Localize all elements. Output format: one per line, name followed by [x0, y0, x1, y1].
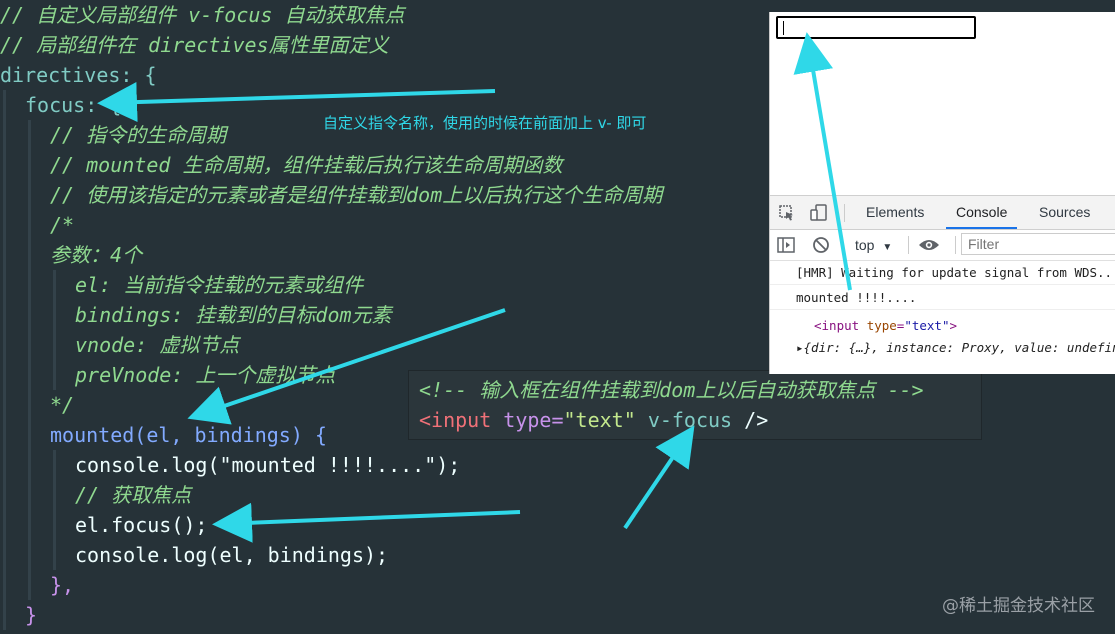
console-object-preview: ▸{dir: {…}, instance: Proxy, value: unde… — [796, 340, 1115, 355]
code-line[interactable]: // 指令的生命周期 — [50, 120, 226, 150]
toolbar-divider — [842, 236, 843, 254]
code-text: console.log(el, bindings); — [75, 543, 389, 567]
code-line[interactable]: focus: { — [25, 90, 121, 120]
indent-guide — [3, 90, 6, 630]
template-snippet: <!-- 输入框在组件挂载到dom上以后自动获取焦点 --> <input ty… — [408, 370, 982, 440]
directive-name: focus: { — [25, 93, 122, 117]
indent-guide — [28, 120, 31, 600]
console-element-node[interactable]: <input type="text"> — [770, 314, 1115, 338]
console-toolbar: top ▼ — [770, 230, 1115, 261]
context-label: top — [855, 237, 875, 253]
code-comment: el: 当前指令挂载的元素或组件 — [75, 273, 364, 297]
context-selector[interactable]: top ▼ — [855, 230, 892, 260]
code-line[interactable]: vnode: 虚拟节点 — [75, 330, 239, 360]
sidebar-toggle-icon[interactable] — [777, 237, 795, 253]
code-line[interactable]: // 自定义局部组件 v-focus 自动获取焦点 — [0, 0, 405, 30]
code-line[interactable]: mounted(el, bindings) { — [50, 420, 327, 450]
directive-annotation: 自定义指令名称，使用的时候在前面加上 v- 即可 — [323, 114, 647, 132]
code-line[interactable]: bindings: 挂载到的目标dom元素 — [75, 300, 392, 330]
tab-sources[interactable]: Sources — [1029, 196, 1100, 229]
tab-console[interactable]: Console — [946, 196, 1018, 229]
code-comment: // 获取焦点 — [75, 483, 192, 507]
code-line[interactable]: } — [25, 600, 37, 630]
code-comment: // 指令的生命周期 — [50, 123, 227, 147]
indent-guide — [53, 450, 56, 570]
snippet-comment: <!-- 输入框在组件挂载到dom上以后自动获取焦点 --> — [419, 378, 924, 402]
code-line[interactable]: 参数：4个 — [50, 240, 142, 270]
device-toolbar-icon[interactable] — [810, 204, 828, 222]
indent-guide — [53, 270, 56, 390]
console-output: [HMR] Waiting for update signal from WDS… — [770, 261, 1115, 374]
code-line[interactable]: /* — [50, 210, 74, 240]
snippet-tag-close: /> — [744, 408, 769, 432]
snippet-tag-open: <input — [419, 408, 492, 432]
snippet-directive: v-focus — [647, 408, 733, 432]
text-caret — [783, 21, 784, 35]
code-line[interactable]: console.log("mounted !!!!...."); — [75, 450, 460, 480]
snippet-attr-type: type= — [503, 408, 564, 432]
code-comment: // mounted 生命周期，组件挂载后执行该生命周期函数 — [50, 153, 563, 177]
code-comment: // 自定义局部组件 v-focus 自动获取焦点 — [0, 3, 405, 27]
code-line[interactable]: console.log(el, bindings); — [75, 540, 388, 570]
code-line[interactable]: // 使用该指定的元素或者是组件挂载到dom上以后执行这个生命周期 — [50, 180, 662, 210]
code-text: directives: { — [0, 63, 157, 87]
code-line[interactable]: */ — [50, 390, 74, 420]
code-comment: vnode: 虚拟节点 — [75, 333, 240, 357]
code-line[interactable]: // mounted 生命周期，组件挂载后执行该生命周期函数 — [50, 150, 562, 180]
console-message: [HMR] Waiting for update signal from WDS… — [770, 261, 1115, 285]
code-line[interactable]: // 获取焦点 — [75, 480, 191, 510]
node-attr-value: "text" — [904, 318, 950, 333]
mounted-hook: mounted(el, bindings) { — [50, 423, 327, 447]
tab-elements[interactable]: Elements — [856, 196, 934, 229]
console-message: mounted !!!!.... — [770, 286, 1115, 310]
chevron-down-icon: ▼ — [882, 242, 893, 253]
code-line[interactable]: el: 当前指令挂载的元素或组件 — [75, 270, 363, 300]
toolbar-divider — [955, 236, 956, 254]
code-comment: // 局部组件在 directives属性里面定义 — [0, 33, 389, 57]
code-comment: 参数：4个 — [50, 243, 143, 267]
code-line[interactable]: preVnode: 上一个虚拟节点 — [75, 360, 335, 390]
code-comment: preVnode: 上一个虚拟节点 — [75, 363, 336, 387]
inspect-element-icon[interactable] — [778, 204, 796, 222]
focused-text-input[interactable] — [776, 16, 976, 39]
devtools-panel: Elements Console Sources top ▼ Filter [H… — [770, 195, 1115, 374]
node-tag-close: > — [949, 318, 958, 333]
node-tag-open: <input — [814, 318, 860, 333]
toolbar-divider — [844, 204, 845, 222]
code-comment: */ — [50, 393, 75, 417]
console-filter-input[interactable] — [961, 233, 1115, 255]
toolbar-divider — [908, 236, 909, 254]
code-text: console.log("mounted !!!!...."); — [75, 453, 461, 477]
browser-preview: Elements Console Sources top ▼ Filter [H… — [769, 12, 1115, 374]
devtools-tab-bar: Elements Console Sources — [770, 196, 1115, 230]
code-comment: bindings: 挂载到的目标dom元素 — [75, 303, 392, 327]
console-object-node[interactable]: ▸{dir: {…}, instance: Proxy, value: unde… — [770, 336, 1115, 360]
code-text: } — [25, 603, 38, 627]
code-comment: // 使用该指定的元素或者是组件挂载到dom上以后执行这个生命周期 — [50, 183, 663, 207]
code-line[interactable]: // 局部组件在 directives属性里面定义 — [0, 30, 389, 60]
snippet-comment-line: <!-- 输入框在组件挂载到dom上以后自动获取焦点 --> — [419, 375, 924, 405]
clear-console-icon[interactable] — [812, 236, 830, 254]
snippet-attr-value: "text" — [563, 408, 636, 432]
node-attr-name: type — [866, 318, 897, 333]
eye-icon[interactable] — [918, 238, 940, 252]
focus-call: el.focus(); — [75, 513, 208, 537]
code-line[interactable]: el.focus(); — [75, 510, 207, 540]
code-line[interactable]: directives: { — [0, 60, 157, 90]
watermark: @稀土掘金技术社区 — [942, 596, 1095, 616]
code-text: }, — [50, 573, 75, 597]
code-line[interactable]: }, — [50, 570, 74, 600]
code-comment: /* — [50, 213, 75, 237]
snippet-code-line: <input type="text" v-focus /> — [419, 405, 768, 435]
